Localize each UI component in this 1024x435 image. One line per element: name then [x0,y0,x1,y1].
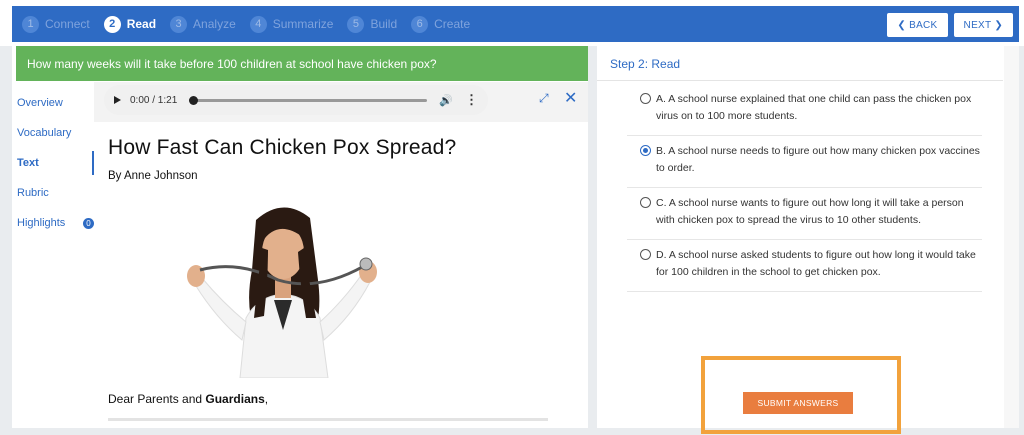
answer-option-d[interactable]: D. A school nurse asked students to figu… [627,240,982,292]
submit-answers-button[interactable]: SUBMIT ANSWERS [743,392,853,414]
question-banner: How many weeks will it take before 100 c… [16,46,588,81]
answer-options: A. A school nurse explained that one chi… [627,84,982,292]
answer-text: A. A school nurse explained that one chi… [656,93,972,122]
radio-button[interactable] [640,197,651,208]
expand-icon[interactable]: ⤢ [539,91,549,106]
step-number: 4 [249,15,267,33]
article-content: How Fast Can Chicken Pox Spread? By Anne… [94,122,588,428]
step-label: Connect [45,17,90,31]
scrollbar[interactable] [1004,46,1019,428]
back-button[interactable]: ❮ BACK [887,13,948,37]
sidenav-item-rubric[interactable]: Rubric [12,178,94,208]
answer-text: D. A school nurse asked students to figu… [656,249,976,278]
step-number: 1 [22,15,39,33]
step-build[interactable]: 5 Build [347,15,398,33]
greeting-text: Dear Parents and [108,392,206,406]
step-list: 1 Connect 2 Read 3 Analyze 4 Summarize 5… [22,6,484,42]
article-title: How Fast Can Chicken Pox Spread? [108,136,457,159]
progress-handle[interactable] [189,95,199,105]
step-number: 2 [103,15,121,33]
step-summarize[interactable]: 4 Summarize [249,15,334,33]
sidenav-item-highlights[interactable]: Highlights 0 [12,208,94,238]
answer-option-b[interactable]: B. A school nurse needs to figure out ho… [627,136,982,188]
next-button[interactable]: NEXT ❯ [953,13,1013,37]
step-title: Step 2: Read [610,57,681,71]
article-author: By Anne Johnson [108,170,198,182]
audio-progress-slider[interactable] [189,95,428,105]
sidenav-item-vocabulary[interactable]: Vocabulary [12,118,94,148]
steps-bar: 1 Connect 2 Read 3 Analyze 4 Summarize 5… [12,6,1019,42]
step-label: Analyze [193,17,236,31]
article-next-line [108,418,548,421]
step-label: Read [126,17,157,31]
step-number: 6 [411,15,429,33]
greeting-bold-word: Guardians [205,392,265,406]
answer-text: B. A school nurse needs to figure out ho… [656,145,980,174]
volume-icon[interactable]: 🔊 [439,94,453,107]
side-nav: Overview Vocabulary Text Rubric Highligh… [12,88,94,238]
answer-option-c[interactable]: C. A school nurse wants to figure out ho… [627,188,982,240]
step-label: Summarize [272,17,334,31]
radio-button[interactable] [640,93,651,104]
article-greeting: Dear Parents and Guardians, [108,392,268,406]
reading-panel: How many weeks will it take before 100 c… [12,46,588,428]
step-analyze[interactable]: 3 Analyze [170,15,236,33]
nurse-photo [187,207,377,378]
sidenav-item-label: Highlights [17,217,66,229]
audio-time: 0:00 / 1:21 [130,94,178,106]
nav-buttons: ❮ BACK NEXT ❯ [887,13,1013,37]
step-label: Build [370,17,398,31]
close-icon[interactable]: ✕ [564,88,577,108]
highlights-count-badge: 0 [83,217,94,229]
sidenav-item-text[interactable]: Text [12,148,94,178]
radio-button[interactable] [640,145,651,156]
radio-button[interactable] [640,249,651,260]
play-icon[interactable] [114,96,121,104]
step-connect[interactable]: 1 Connect [22,15,90,33]
step-read[interactable]: 2 Read [103,15,157,33]
step-label: Create [434,17,471,31]
more-options-icon[interactable]: ⋮ [465,92,478,108]
answer-option-a[interactable]: A. A school nurse explained that one chi… [627,84,982,136]
greeting-punctuation: , [264,392,269,406]
sidenav-item-overview[interactable]: Overview [12,88,94,118]
submit-highlight-box: SUBMIT ANSWERS [701,356,901,434]
text-reader: 0:00 / 1:21 🔊 ⋮ ⤢ ✕ How Fast Can Chicken… [94,82,588,428]
answer-text: C. A school nurse wants to figure out ho… [656,197,964,226]
divider [597,80,1003,81]
top-bar: 1 Connect 2 Read 3 Analyze 4 Summarize 5… [0,0,1024,46]
step-number: 3 [170,15,188,33]
question-panel: Step 2: Read A. A school nurse explained… [597,46,1019,434]
step-create[interactable]: 6 Create [411,15,471,33]
audio-player: 0:00 / 1:21 🔊 ⋮ [104,85,488,115]
step-number: 5 [347,15,365,33]
